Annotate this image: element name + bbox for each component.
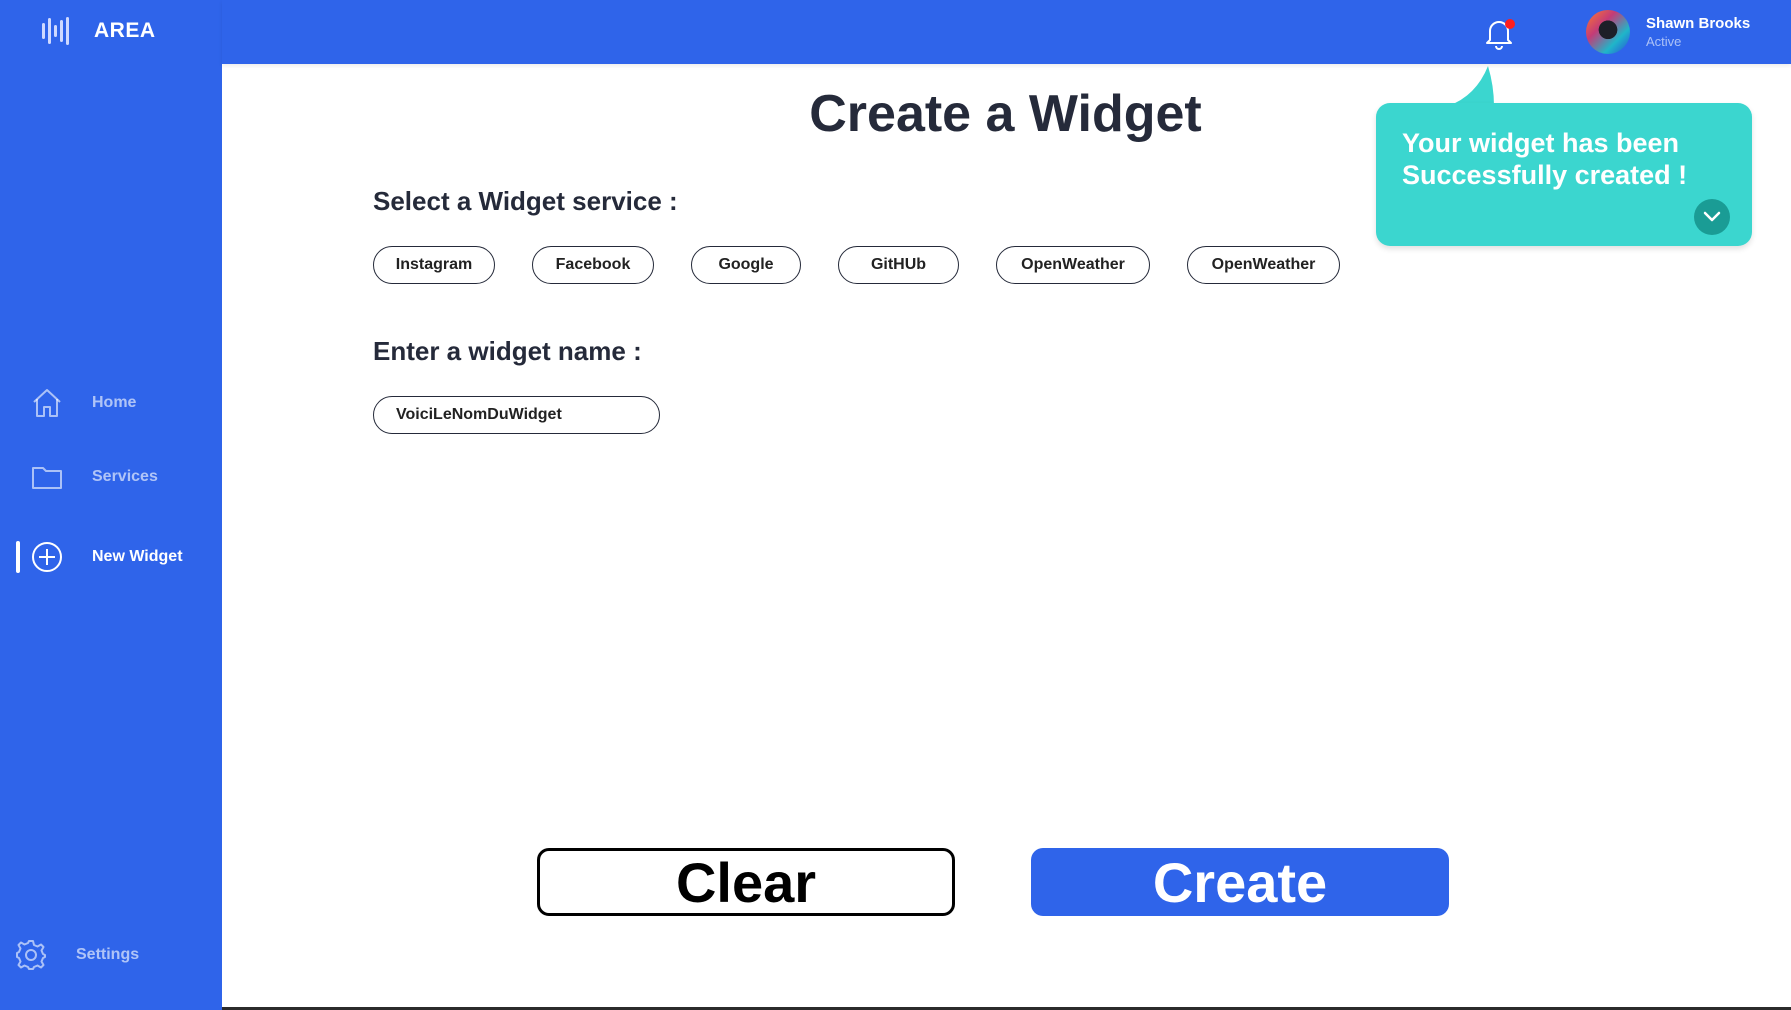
sidebar-item-new-widget[interactable]: New Widget	[0, 532, 222, 582]
sidebar-item-label: Home	[92, 394, 137, 411]
service-google-button[interactable]: Google	[691, 246, 801, 284]
service-instagram-button[interactable]: Instagram	[373, 246, 495, 284]
sidebar: AREA Home Services New Widget Settings	[0, 0, 222, 1010]
brand-name: AREA	[94, 19, 156, 42]
brand[interactable]: AREA	[40, 14, 156, 48]
toast-tail	[1448, 66, 1494, 106]
create-button[interactable]: Create	[1031, 848, 1449, 916]
sidebar-item-label: New Widget	[92, 548, 183, 565]
clear-button[interactable]: Clear	[537, 848, 955, 916]
service-section-label: Select a Widget service :	[373, 186, 678, 216]
widget-name-input[interactable]: VoiciLeNomDuWidget	[373, 396, 660, 434]
service-facebook-button[interactable]: Facebook	[532, 246, 654, 284]
user-status: Active	[1646, 34, 1682, 49]
avatar[interactable]	[1586, 10, 1630, 54]
sidebar-item-label: Settings	[76, 946, 140, 963]
service-openweather-button-2[interactable]: OpenWeather	[1187, 246, 1340, 284]
sidebar-item-home[interactable]: Home	[0, 378, 222, 428]
toast-message: Your widget has been Successfully create…	[1402, 128, 1688, 190]
top-header	[222, 0, 1791, 64]
name-section-label: Enter a widget name :	[373, 336, 642, 366]
service-github-button[interactable]: GitHUb	[838, 246, 959, 284]
active-indicator	[16, 541, 20, 573]
service-openweather-button[interactable]: OpenWeather	[996, 246, 1150, 284]
sidebar-item-label: Services	[92, 468, 158, 485]
gear-icon	[16, 940, 46, 970]
folder-icon	[32, 467, 62, 489]
home-icon	[33, 389, 61, 417]
user-name: Shawn Brooks	[1646, 15, 1751, 32]
sidebar-item-services[interactable]: Services	[0, 452, 222, 502]
page-title: Create a Widget	[809, 85, 1202, 143]
chevron-down-icon[interactable]	[1694, 199, 1730, 235]
sound-wave-logo-icon	[42, 17, 69, 45]
success-toast: Your widget has been Successfully create…	[1376, 103, 1752, 246]
notification-dot	[1505, 19, 1515, 29]
sidebar-item-settings[interactable]: Settings	[0, 930, 222, 980]
plus-circle-icon	[32, 542, 62, 572]
